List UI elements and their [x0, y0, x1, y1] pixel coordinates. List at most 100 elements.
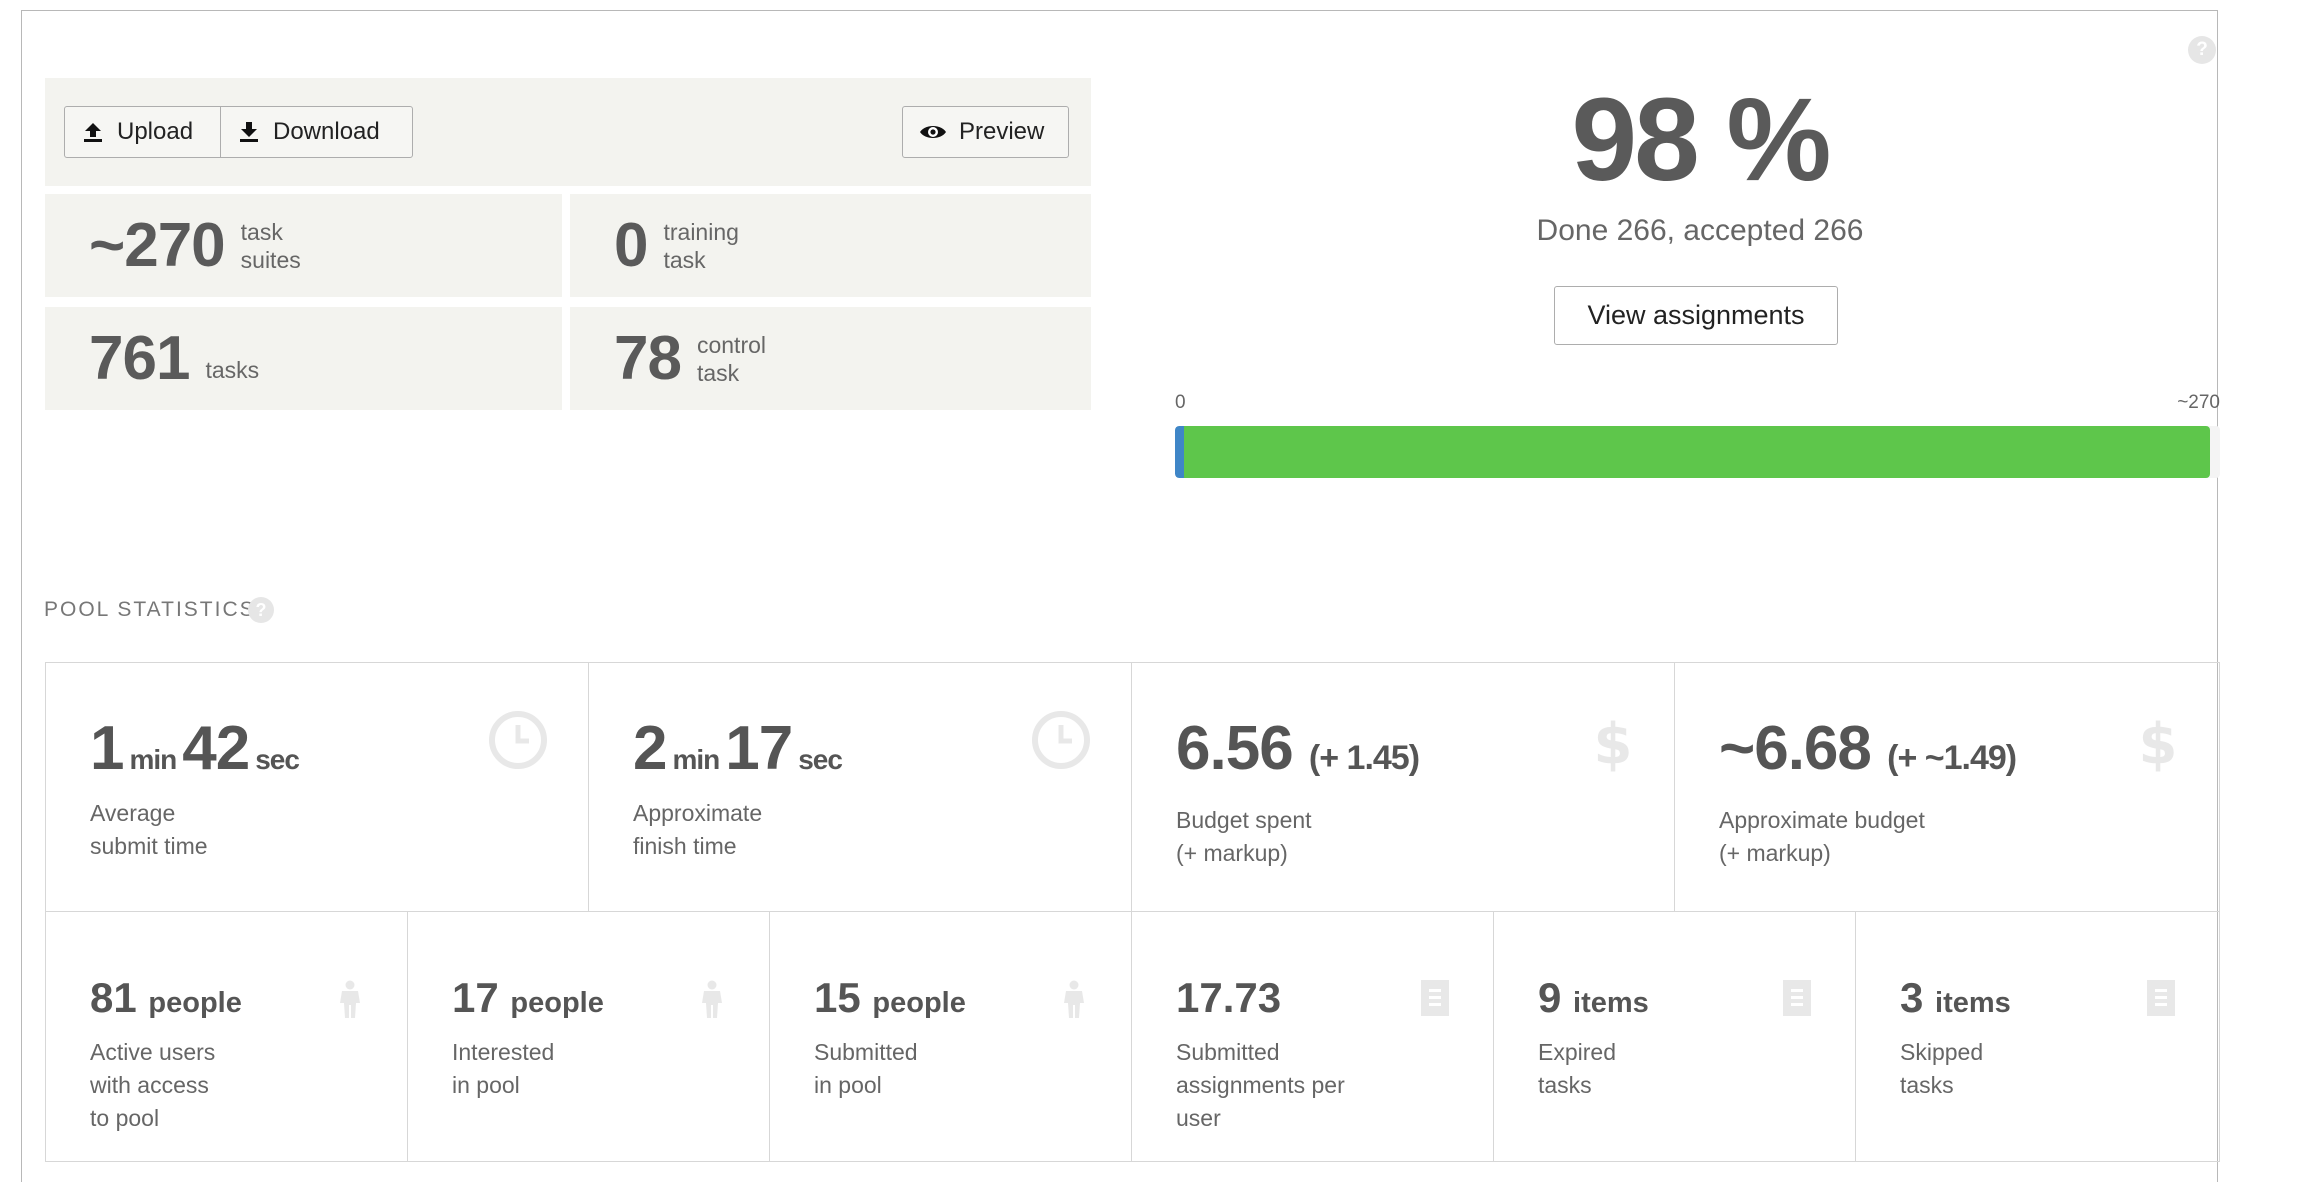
skipped-tasks-value: 3 items: [1900, 974, 2011, 1022]
active-users-label: Active users with access to pool: [90, 1036, 215, 1135]
label-line: tasks: [1900, 1072, 1954, 1098]
label-line: user: [1176, 1105, 1221, 1131]
task-suites-label-1: task: [240, 218, 283, 245]
average-submit-time-value: 1 min42 sec: [90, 713, 300, 784]
upload-icon: [84, 123, 102, 142]
preview-button[interactable]: Preview: [902, 106, 1069, 158]
label-line: in pool: [452, 1072, 520, 1098]
task-suites-label-2: suites: [240, 246, 301, 273]
label-line: (+ markup): [1176, 840, 1288, 866]
svg-text:$: $: [1594, 712, 1633, 773]
svg-text:$: $: [2139, 712, 2178, 773]
document-icon: [1783, 980, 1811, 1016]
label-line: submit time: [90, 833, 208, 859]
help-icon[interactable]: ?: [2188, 36, 2216, 64]
tasks-label: tasks: [205, 356, 260, 383]
label-line: Submitted: [1176, 1039, 1280, 1065]
unit-part: items: [1573, 987, 1649, 1019]
label-line: in pool: [814, 1072, 882, 1098]
approximate-finish-time-label: Approximate finish time: [633, 797, 762, 863]
progress-bar-fill: [1175, 426, 2210, 478]
approximate-budget-card: ~6.68 (+ ~1.49) Approximate budget (+ ma…: [1675, 663, 2219, 912]
download-label: Download: [273, 118, 380, 145]
clock-icon: [489, 711, 547, 769]
progress-bar: [1175, 426, 2220, 478]
assignments-per-user-card: 17.73 Submitted assignments per user: [1132, 912, 1494, 1161]
training-task-label-2: task: [663, 246, 706, 273]
pool-statistics-title: POOL STATISTICS: [44, 598, 256, 621]
training-task-count: 0 training task: [570, 194, 1091, 297]
tasks-count: 761 tasks: [45, 307, 562, 410]
expired-tasks-card: 9 items Expired tasks: [1494, 912, 1856, 1161]
person-icon: [702, 980, 722, 1018]
approximate-budget-value: ~6.68 (+ ~1.49): [1719, 713, 2017, 784]
training-task-value: 0: [614, 211, 648, 280]
task-suites-count: ~270 task suites: [45, 194, 562, 297]
unit-part: min: [672, 744, 720, 775]
unit-part: min: [129, 744, 177, 775]
preview-label: Preview: [959, 118, 1045, 145]
control-task-count: 78 control task: [570, 307, 1091, 410]
value-part: 3: [1900, 974, 1924, 1021]
unit-part: items: [1935, 987, 2011, 1019]
download-icon: [240, 122, 258, 142]
skipped-tasks-label: Skipped tasks: [1900, 1036, 1983, 1102]
value-part: 1: [90, 714, 124, 783]
assignments-per-user-label: Submitted assignments per user: [1176, 1036, 1345, 1135]
progress-axis-max: ~270: [2177, 392, 2220, 413]
label-line: Active users: [90, 1039, 216, 1065]
unit-part: people: [872, 987, 966, 1019]
upload-button[interactable]: Upload: [64, 106, 222, 158]
label-line: Submitted: [814, 1039, 918, 1065]
value-part: 6.56: [1176, 714, 1294, 783]
value-part: 9: [1538, 974, 1562, 1021]
approximate-finish-time-card: 2 min17 sec Approximate finish time: [589, 663, 1132, 912]
budget-spent-value: 6.56 (+ 1.45): [1176, 713, 1420, 784]
label-line: Approximate: [633, 800, 763, 826]
value-part: 2: [633, 714, 667, 783]
unit-part: people: [148, 987, 242, 1019]
label-line: finish time: [633, 833, 737, 859]
expired-tasks-value: 9 items: [1538, 974, 1649, 1022]
markup-part: (+ ~1.49): [1887, 739, 2017, 777]
dollar-icon: $: [2139, 712, 2178, 773]
person-icon: [340, 980, 360, 1018]
label-line: Expired: [1538, 1039, 1616, 1065]
label-line: Approximate budget: [1719, 807, 1925, 833]
markup-part: (+ 1.45): [1308, 739, 1420, 777]
submitted-in-pool-value: 15 people: [814, 974, 966, 1022]
unit-part: sec: [255, 744, 300, 775]
document-icon: [2147, 980, 2175, 1016]
value-part: ~6.68: [1719, 714, 1872, 783]
approximate-finish-time-value: 2 min17 sec: [633, 713, 843, 784]
label-line: Budget spent: [1176, 807, 1312, 833]
interested-in-pool-label: Interested in pool: [452, 1036, 554, 1102]
average-submit-time-label: Average submit time: [90, 797, 208, 863]
eye-icon: [920, 126, 946, 138]
unit-part: people: [510, 987, 604, 1019]
dollar-icon: $: [1594, 712, 1633, 773]
person-icon: [1064, 980, 1084, 1018]
upload-label: Upload: [117, 118, 194, 145]
budget-spent-card: 6.56 (+ 1.45) Budget spent (+ markup) $: [1132, 663, 1675, 912]
label-line: Interested: [452, 1039, 555, 1065]
unit-part: sec: [798, 744, 843, 775]
average-submit-time-card: 1 min42 sec Average submit time: [46, 663, 589, 912]
label-line: assignments per: [1176, 1072, 1345, 1098]
label-line: Skipped: [1900, 1039, 1984, 1065]
value-part: 17.73: [1176, 974, 1282, 1021]
expired-tasks-label: Expired tasks: [1538, 1036, 1616, 1102]
done-accepted-text: Done 266, accepted 266: [1536, 214, 1864, 247]
approximate-budget-label: Approximate budget (+ markup): [1719, 804, 1925, 870]
completion-percent: 98 %: [1571, 74, 1832, 206]
value-part: 17: [452, 974, 499, 1021]
value-part: 15: [814, 974, 861, 1021]
value-part: 17: [725, 714, 793, 783]
view-assignments-button[interactable]: View assignments: [1554, 286, 1838, 345]
active-users-card: 81 people Active users with access to po…: [46, 912, 408, 1161]
control-task-label-2: task: [696, 359, 740, 386]
training-task-label-1: training: [663, 218, 739, 245]
value-part: 81: [90, 974, 137, 1021]
download-button[interactable]: Download: [220, 106, 413, 158]
pool-statistics-help-icon[interactable]: ?: [248, 597, 274, 623]
